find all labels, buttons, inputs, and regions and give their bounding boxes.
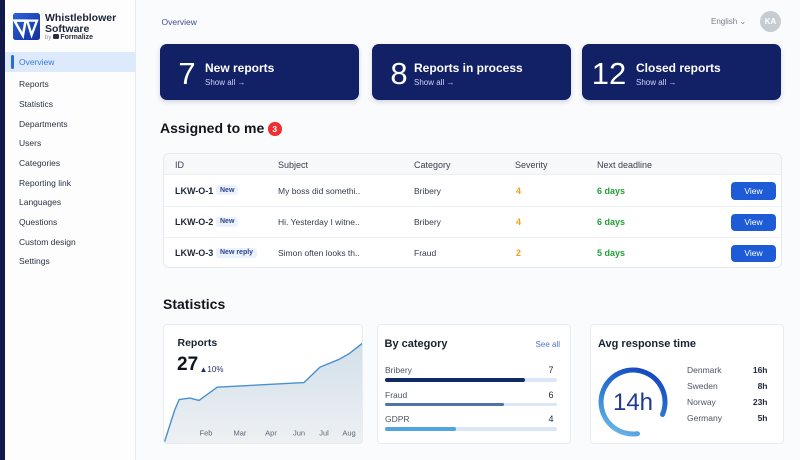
svg-text:14h: 14h bbox=[613, 389, 653, 416]
svg-text:Apr: Apr bbox=[265, 428, 277, 437]
svg-text:Feb: Feb bbox=[200, 428, 213, 437]
svg-text:Aug: Aug bbox=[342, 428, 355, 437]
svg-text:Mar: Mar bbox=[234, 428, 247, 437]
svg-text:Jul: Jul bbox=[319, 428, 329, 437]
svg-text:Jun: Jun bbox=[293, 428, 305, 437]
